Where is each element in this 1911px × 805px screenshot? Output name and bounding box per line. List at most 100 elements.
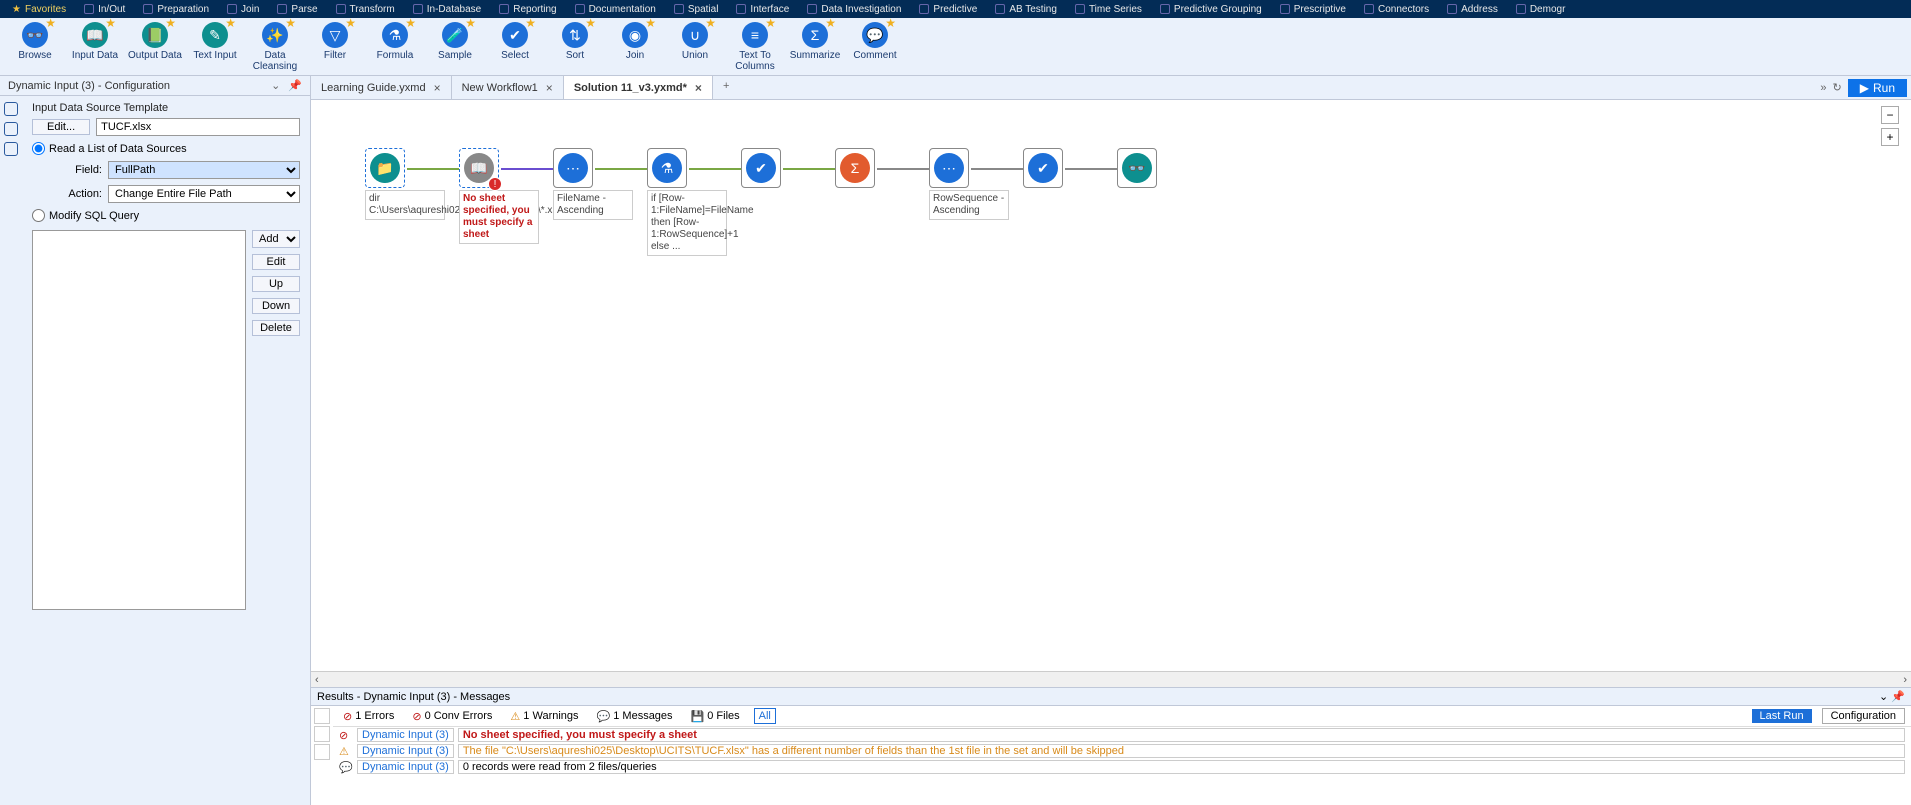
results-view-icon[interactable] (314, 726, 330, 742)
tool-select[interactable]: ★✔Select (486, 20, 544, 61)
history-icon[interactable]: ↻ (1833, 81, 1842, 94)
ribbon-tab-documentation[interactable]: Documentation (567, 4, 664, 15)
node-select2[interactable]: ✔ (1023, 148, 1063, 188)
node-sort[interactable]: ⋯ FileName - Ascending (553, 148, 633, 220)
result-row[interactable]: ⚠ Dynamic Input (3) The file "C:\Users\a… (333, 743, 1911, 759)
node-browse[interactable]: 👓 (1117, 148, 1157, 188)
ribbon-tab-join[interactable]: Join (219, 4, 267, 15)
add-clause-button[interactable]: Add (252, 230, 300, 248)
sql-clause-listbox[interactable] (32, 230, 246, 610)
tool-sample[interactable]: ★🧪Sample (426, 20, 484, 61)
tool-sort[interactable]: ★⇅Sort (546, 20, 604, 61)
tool-text-input[interactable]: ★✎Text Input (186, 20, 244, 61)
delete-clause-button[interactable]: Delete (252, 320, 300, 336)
pin-icon[interactable]: 📌 (1891, 691, 1905, 703)
node-multirow-formula[interactable]: ⚗ if [Row-1:FileName]=FileName then [Row… (647, 148, 727, 256)
ribbon-tab-spatial[interactable]: Spatial (666, 4, 727, 15)
tool-union[interactable]: ★∪Union (666, 20, 724, 61)
results-config-chip[interactable]: Configuration (1822, 708, 1905, 724)
result-message: 0 records were read from 2 files/queries (458, 760, 1905, 774)
tool-comment[interactable]: ★💬Comment (846, 20, 904, 61)
last-run-chip[interactable]: Last Run (1752, 709, 1812, 723)
ribbon-tab-interface[interactable]: Interface (728, 4, 797, 15)
node-directory[interactable]: 📁 dir C:\Users\aqureshi025\Desktop\UCITS… (365, 148, 445, 220)
pin-icon[interactable]: 📌 (288, 79, 302, 92)
result-source: Dynamic Input (3) (357, 744, 454, 758)
ribbon-tab-connectors[interactable]: Connectors (1356, 4, 1437, 15)
workflow-tab-active[interactable]: Solution 11_v3.yxmd*× (564, 76, 713, 99)
tool-formula[interactable]: ★⚗Formula (366, 20, 424, 61)
result-source: Dynamic Input (3) (357, 728, 454, 742)
close-icon[interactable]: × (695, 81, 702, 95)
gear-icon[interactable] (4, 102, 18, 116)
error-badge-icon: ! (488, 177, 502, 191)
ribbon-tab-prescriptive[interactable]: Prescriptive (1272, 4, 1354, 15)
ribbon-tab-parse[interactable]: Parse (269, 4, 325, 15)
filter-conv-errors[interactable]: ⊘0 Conv Errors (408, 709, 496, 724)
ribbon-tab-label: Interface (750, 4, 789, 15)
ribbon-tab-inout[interactable]: In/Out (76, 4, 133, 15)
ribbon-tab-reporting[interactable]: Reporting (491, 4, 564, 15)
node-select[interactable]: ✔ (741, 148, 781, 188)
ribbon-tab-abtesting[interactable]: AB Testing (987, 4, 1065, 15)
tool-text-to-columns[interactable]: ★≡Text To Columns (726, 20, 784, 72)
ribbon-tab-address[interactable]: Address (1439, 4, 1506, 15)
overflow-icon[interactable]: » (1820, 82, 1826, 94)
workflow-tab[interactable]: Learning Guide.yxmd× (311, 76, 452, 99)
field-select[interactable]: FullPath (108, 161, 300, 179)
tool-input-data[interactable]: ★📖Input Data (66, 20, 124, 61)
chevron-down-icon[interactable]: ⌄ (271, 79, 280, 92)
action-select[interactable]: Change Entire File Path (108, 185, 300, 203)
nav-icon[interactable] (4, 122, 18, 136)
ribbon-tab-predictive[interactable]: Predictive (911, 4, 985, 15)
close-icon[interactable]: × (434, 81, 441, 95)
results-view-icon[interactable] (314, 708, 330, 724)
canvas-horizontal-scrollbar[interactable]: ‹› (311, 671, 1911, 687)
annotation-icon[interactable] (4, 142, 18, 156)
workflow-tabs-bar: Learning Guide.yxmd× New Workflow1× Solu… (311, 76, 1911, 100)
tool-filter[interactable]: ★▽Filter (306, 20, 364, 61)
chevron-down-icon[interactable]: ⌄ (1879, 691, 1888, 703)
ribbon-tab-timeseries[interactable]: Time Series (1067, 4, 1150, 15)
node-dynamic-input[interactable]: 📖! No sheet specified, you must specify … (459, 148, 539, 244)
template-path-input[interactable] (96, 118, 300, 136)
node-sort2[interactable]: ⋯ RowSequence - Ascending (929, 148, 1009, 220)
close-icon[interactable]: × (546, 81, 553, 95)
edit-clause-button[interactable]: Edit (252, 254, 300, 270)
tool-summarize[interactable]: ★ΣSummarize (786, 20, 844, 61)
modify-sql-radio[interactable] (32, 209, 45, 222)
ribbon-tab-demographic[interactable]: Demogr (1508, 4, 1574, 15)
tool-browse[interactable]: ★👓Browse (6, 20, 64, 61)
ribbon-tab-predictivegrouping[interactable]: Predictive Grouping (1152, 4, 1270, 15)
down-clause-button[interactable]: Down (252, 298, 300, 314)
ribbon-tab-label: Data Investigation (821, 4, 901, 15)
ribbon-tab-indatabase[interactable]: In-Database (405, 4, 489, 15)
tool-data-cleansing[interactable]: ★✨Data Cleansing (246, 20, 304, 72)
ribbon-tab-favorites[interactable]: ★Favorites (4, 4, 74, 15)
edit-template-button[interactable]: Edit... (32, 119, 90, 135)
template-section-label: Input Data Source Template (32, 102, 300, 114)
new-tab-button[interactable]: + (713, 76, 739, 99)
workflow-canvas[interactable]: − + 📁 dir C:\Users\aqureshi025\Desktop\U… (311, 100, 1911, 671)
filter-errors[interactable]: ⊘1 Errors (339, 709, 398, 724)
run-button[interactable]: ▶ Run (1848, 79, 1907, 97)
node-summarize[interactable]: Σ (835, 148, 875, 188)
ribbon-tab-transform[interactable]: Transform (328, 4, 403, 15)
node-caption: FileName - Ascending (553, 190, 633, 220)
workflow-tab[interactable]: New Workflow1× (452, 76, 564, 99)
ribbon-tab-datainvestigation[interactable]: Data Investigation (799, 4, 909, 15)
read-list-radio[interactable] (32, 142, 45, 155)
warning-icon: ⚠ (339, 745, 353, 758)
filter-files[interactable]: 💾0 Files (687, 709, 744, 724)
filter-all[interactable]: All (754, 708, 776, 724)
tool-join[interactable]: ★◉Join (606, 20, 664, 61)
ribbon-tab-label: Address (1461, 4, 1498, 15)
result-row[interactable]: ⊘ Dynamic Input (3) No sheet specified, … (333, 727, 1911, 743)
filter-messages[interactable]: 💬1 Messages (593, 709, 677, 724)
ribbon-tab-preparation[interactable]: Preparation (135, 4, 217, 15)
filter-warnings[interactable]: ⚠1 Warnings (506, 709, 582, 724)
up-clause-button[interactable]: Up (252, 276, 300, 292)
results-view-icon[interactable] (314, 744, 330, 760)
result-row[interactable]: 💬 Dynamic Input (3) 0 records were read … (333, 759, 1911, 775)
tool-output-data[interactable]: ★📗Output Data (126, 20, 184, 61)
